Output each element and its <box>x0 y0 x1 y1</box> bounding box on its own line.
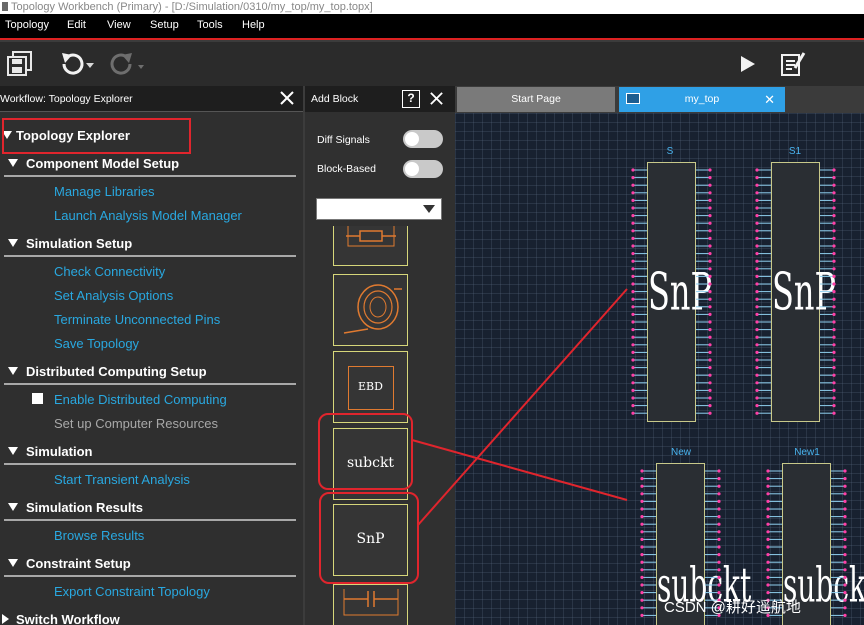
expand-triangle-icon <box>8 159 18 167</box>
link-check-connectivity[interactable]: Check Connectivity <box>54 264 165 279</box>
tab-close-icon[interactable]: ✕ <box>764 87 775 112</box>
topology-file-icon <box>626 93 640 104</box>
run-icon <box>741 56 755 72</box>
divider <box>4 463 296 465</box>
block-subckt[interactable]: subckt <box>333 428 408 500</box>
collapsed-triangle-icon <box>2 614 9 624</box>
divider <box>4 519 296 521</box>
menu-topology[interactable]: Topology <box>5 19 49 31</box>
component-label-new: New <box>670 447 691 458</box>
workflow-panel-title: Workflow: Topology Explorer <box>0 93 133 105</box>
link-start-transient-analysis[interactable]: Start Transient Analysis <box>54 472 190 487</box>
expand-triangle-icon <box>8 503 18 511</box>
link-enable-distributed-computing[interactable]: Enable Distributed Computing <box>54 392 227 407</box>
expand-triangle-icon <box>8 559 18 567</box>
toolbar <box>0 42 864 86</box>
divider <box>4 383 296 385</box>
block-snp-label: SnP <box>356 531 385 547</box>
menu-view[interactable]: View <box>107 19 131 31</box>
link-browse-results[interactable]: Browse Results <box>54 528 144 543</box>
run-button[interactable] <box>736 48 760 80</box>
help-icon[interactable]: ? <box>402 90 420 108</box>
divider <box>4 575 296 577</box>
component-label-s1: S1 <box>788 146 802 157</box>
divider <box>4 255 296 257</box>
window-title: Topology Workbench (Primary) - [D:/Simul… <box>11 1 373 13</box>
title-bar: Topology Workbench (Primary) - [D:/Simul… <box>0 0 864 14</box>
block-based-toggle[interactable] <box>403 160 443 178</box>
topology-workbench-window: Topology Workbench (Primary) - [D:/Simul… <box>0 0 864 625</box>
link-set-up-computer-resources: Set up Computer Resources <box>54 416 219 431</box>
component-s1[interactable]: SnP <box>771 162 837 422</box>
diff-signals-label: Diff Signals <box>317 134 370 146</box>
menu-help[interactable]: Help <box>242 19 265 31</box>
component-s[interactable]: SnP <box>647 162 713 422</box>
block-coil[interactable] <box>333 274 408 346</box>
block-snp[interactable]: SnP <box>333 504 408 576</box>
workflow-panel: Workflow: Topology Explorer Topology Exp… <box>0 86 303 625</box>
report-button[interactable] <box>778 48 808 80</box>
undo-button[interactable] <box>54 48 98 80</box>
close-icon[interactable] <box>429 91 444 106</box>
block-ebd-label: EBD <box>358 380 383 393</box>
tab-my-top-label: my_top <box>684 93 720 105</box>
resistor-icon <box>346 226 396 247</box>
diff-signals-toggle[interactable] <box>403 130 443 148</box>
link-set-analysis-options[interactable]: Set Analysis Options <box>54 288 173 303</box>
link-terminate-unconnected-pins[interactable]: Terminate Unconnected Pins <box>54 312 220 327</box>
link-save-topology[interactable]: Save Topology <box>54 336 139 351</box>
enable-distributed-checkbox[interactable] <box>32 393 43 404</box>
component-label-s: S <box>666 146 674 157</box>
divider <box>4 175 296 177</box>
watermark-text: CSDN @耕好遥航地 <box>664 599 801 616</box>
menu-edit[interactable]: Edit <box>67 19 86 31</box>
link-manage-libraries[interactable]: Manage Libraries <box>54 184 154 199</box>
redo-button[interactable] <box>104 48 148 80</box>
workflow-panel-header: Workflow: Topology Explorer <box>0 86 303 112</box>
link-launch-analysis-model-manager[interactable]: Launch Analysis Model Manager <box>54 208 242 223</box>
add-block-title: Add Block <box>311 93 359 105</box>
tab-start-page[interactable]: Start Page <box>457 87 615 112</box>
menu-tools[interactable]: Tools <box>197 19 223 31</box>
chevron-down-icon <box>423 205 435 213</box>
block-library-dropdown[interactable] <box>316 198 442 220</box>
close-icon[interactable] <box>279 90 295 106</box>
document-tabs: Start Page my_top ✕ <box>455 86 864 113</box>
expand-triangle-icon <box>8 447 18 455</box>
save-all-icon <box>7 51 32 76</box>
expand-triangle-icon <box>8 367 18 375</box>
app-icon <box>2 2 8 11</box>
menu-bar: Topology Edit View Setup Tools Help <box>0 14 864 40</box>
block-ebd[interactable]: EBD <box>333 351 408 423</box>
menu-setup[interactable]: Setup <box>150 19 179 31</box>
add-block-panel: Add Block ? Diff Signals Block-Based EBD… <box>305 86 455 625</box>
block-resistor[interactable] <box>333 226 408 266</box>
coil-icon <box>343 284 402 334</box>
component-label-new1: New1 <box>794 447 820 458</box>
capacitor-icon <box>343 589 399 616</box>
tab-my-top[interactable]: my_top ✕ <box>619 87 785 112</box>
undo-icon <box>62 53 94 75</box>
add-block-header: Add Block ? <box>305 86 455 112</box>
block-based-label: Block-Based <box>317 163 376 175</box>
component-s-type: SnP <box>648 261 713 323</box>
expand-triangle-icon <box>8 239 18 247</box>
redo-icon <box>110 53 144 75</box>
save-all-button[interactable] <box>4 48 36 80</box>
block-capacitor[interactable] <box>333 584 408 625</box>
report-icon <box>781 52 806 76</box>
tab-start-page-label: Start Page <box>511 93 561 105</box>
link-export-constraint-topology[interactable]: Export Constraint Topology <box>54 584 210 599</box>
expand-triangle-icon <box>2 131 12 139</box>
component-s1-type: SnP <box>772 261 837 323</box>
block-subckt-label: subckt <box>346 455 395 471</box>
